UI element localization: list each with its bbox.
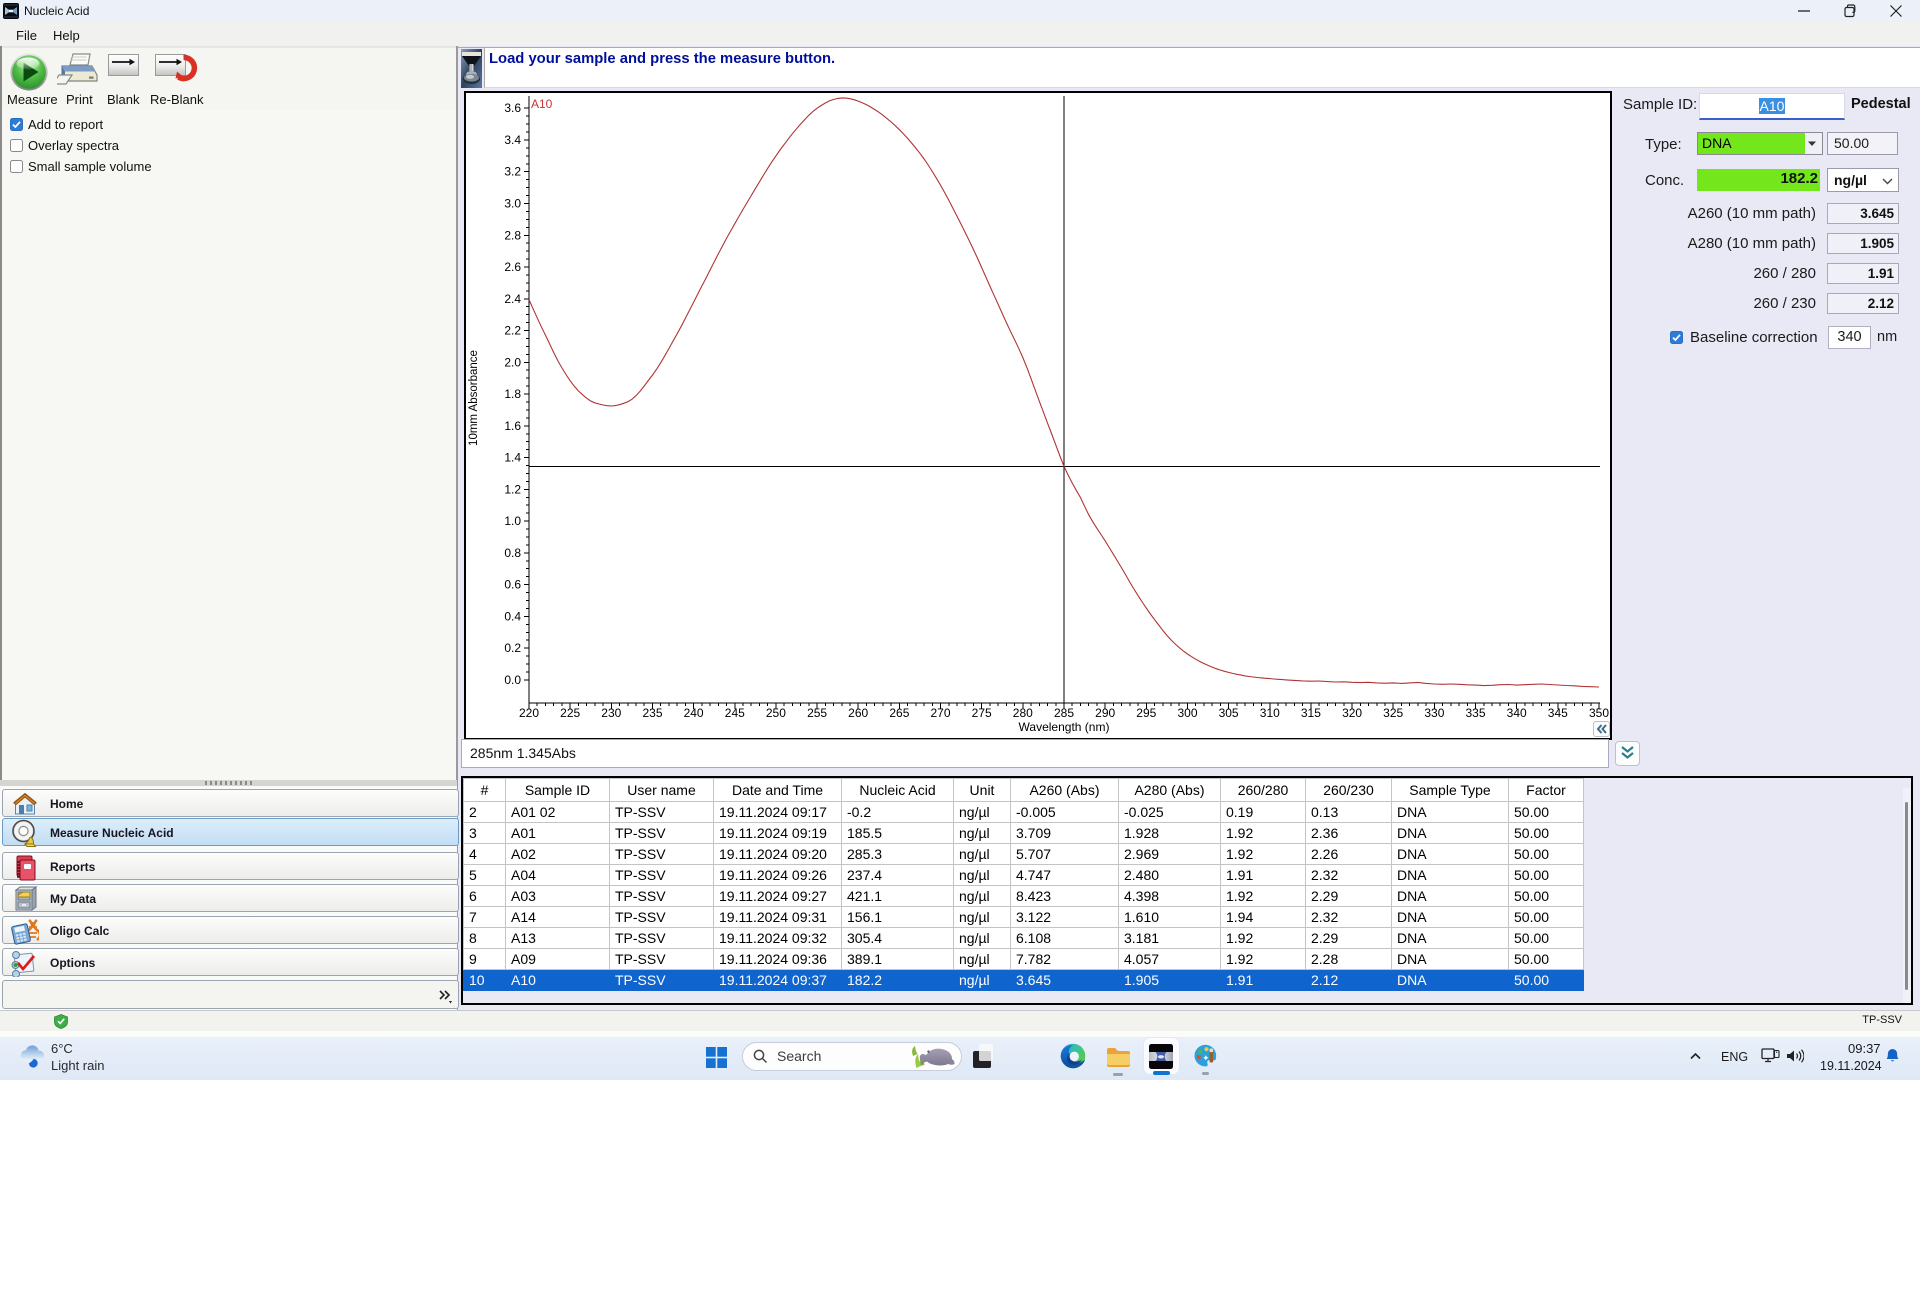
svg-text:1.6: 1.6 <box>504 419 521 433</box>
svg-text:Wavelength (nm): Wavelength (nm) <box>1019 720 1110 734</box>
svg-text:3.4: 3.4 <box>504 133 521 147</box>
svg-text:275: 275 <box>972 706 992 720</box>
svg-text:0.6: 0.6 <box>504 578 521 592</box>
svg-text:2.4: 2.4 <box>504 292 521 306</box>
svg-text:265: 265 <box>889 706 909 720</box>
svg-text:335: 335 <box>1465 706 1485 720</box>
svg-text:330: 330 <box>1424 706 1444 720</box>
svg-text:0.8: 0.8 <box>504 546 521 560</box>
svg-text:235: 235 <box>642 706 662 720</box>
svg-text:295: 295 <box>1136 706 1156 720</box>
svg-text:300: 300 <box>1177 706 1197 720</box>
svg-text:290: 290 <box>1095 706 1115 720</box>
svg-text:3.6: 3.6 <box>504 101 521 115</box>
svg-text:245: 245 <box>725 706 745 720</box>
svg-text:260: 260 <box>848 706 868 720</box>
svg-text:320: 320 <box>1342 706 1362 720</box>
svg-text:1.0: 1.0 <box>504 514 521 528</box>
svg-text:2.8: 2.8 <box>504 228 521 242</box>
svg-text:3.0: 3.0 <box>504 197 521 211</box>
svg-text:255: 255 <box>807 706 827 720</box>
svg-text:315: 315 <box>1301 706 1321 720</box>
svg-text:0.0: 0.0 <box>504 673 521 687</box>
svg-text:285: 285 <box>1054 706 1074 720</box>
svg-text:2.2: 2.2 <box>504 324 521 338</box>
svg-text:240: 240 <box>684 706 704 720</box>
svg-text:230: 230 <box>601 706 621 720</box>
svg-text:1.8: 1.8 <box>504 387 521 401</box>
svg-text:325: 325 <box>1383 706 1403 720</box>
svg-text:350: 350 <box>1589 706 1609 720</box>
svg-text:2.6: 2.6 <box>504 260 521 274</box>
svg-text:1.4: 1.4 <box>504 451 521 465</box>
svg-text:225: 225 <box>560 706 580 720</box>
svg-text:3.2: 3.2 <box>504 165 521 179</box>
svg-text:250: 250 <box>766 706 786 720</box>
svg-text:2.0: 2.0 <box>504 355 521 369</box>
svg-text:345: 345 <box>1548 706 1568 720</box>
svg-text:310: 310 <box>1260 706 1280 720</box>
svg-text:1.2: 1.2 <box>504 482 521 496</box>
svg-text:10mm Absorbance: 10mm Absorbance <box>468 350 480 446</box>
svg-text:A10: A10 <box>531 97 553 111</box>
svg-text:220: 220 <box>519 706 539 720</box>
svg-text:0.4: 0.4 <box>504 609 521 623</box>
svg-text:340: 340 <box>1507 706 1527 720</box>
svg-text:305: 305 <box>1219 706 1239 720</box>
svg-text:270: 270 <box>930 706 950 720</box>
svg-text:280: 280 <box>1013 706 1033 720</box>
svg-text:0.2: 0.2 <box>504 641 521 655</box>
